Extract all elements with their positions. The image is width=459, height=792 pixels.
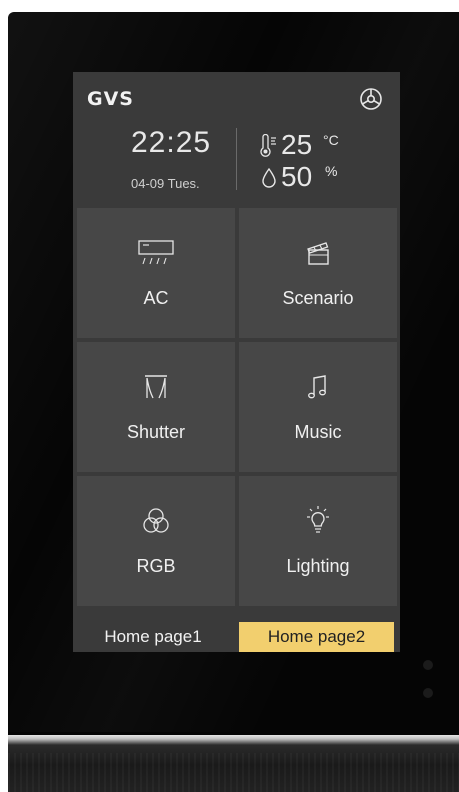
light-bulb-icon xyxy=(307,506,329,533)
music-note-icon xyxy=(308,375,326,399)
clock-time: 22:25 xyxy=(131,126,212,159)
touch-screen: GVS 22:25 04-09 Tues. 25 °C 50 % AC Scen… xyxy=(73,72,400,652)
humidity-unit: % xyxy=(325,163,338,179)
humidity-value: 50 xyxy=(281,161,313,192)
clapperboard-icon xyxy=(307,242,329,265)
tile-music[interactable]: Music xyxy=(239,342,397,472)
brand-logo: GVS xyxy=(87,88,134,110)
settings-gear-icon[interactable] xyxy=(358,86,384,112)
tile-lighting[interactable]: Lighting xyxy=(239,476,397,606)
thermometer-icon xyxy=(260,134,276,157)
tile-label-shutter: Shutter xyxy=(126,422,186,442)
clock-date: 04-09 Tues. xyxy=(131,176,200,191)
tile-scenario[interactable]: Scenario xyxy=(239,208,397,338)
air-conditioner-icon xyxy=(138,240,174,265)
tile-ac[interactable]: AC xyxy=(77,208,235,338)
tile-label-rgb: RGB xyxy=(136,556,176,576)
tab-home-page1[interactable]: Home page1 xyxy=(73,622,233,652)
tile-label-lighting: Lighting xyxy=(286,556,350,576)
tab-home-page2[interactable]: Home page2 xyxy=(239,622,394,652)
humidity-drop-icon xyxy=(262,167,276,188)
temperature-unit: °C xyxy=(323,132,339,148)
bottom-trim xyxy=(8,735,459,792)
tile-rgb[interactable]: RGB xyxy=(77,476,235,606)
tile-label-music: Music xyxy=(294,422,342,442)
light-sensor xyxy=(423,688,433,698)
rgb-circles-icon xyxy=(143,508,169,533)
tile-label-scenario: Scenario xyxy=(282,288,354,308)
curtain-icon xyxy=(145,375,167,399)
header-divider xyxy=(236,128,237,190)
tile-shutter[interactable]: Shutter xyxy=(77,342,235,472)
proximity-sensor xyxy=(423,660,433,670)
tile-label-ac: AC xyxy=(143,288,169,308)
temperature-value: 25 xyxy=(281,129,313,160)
